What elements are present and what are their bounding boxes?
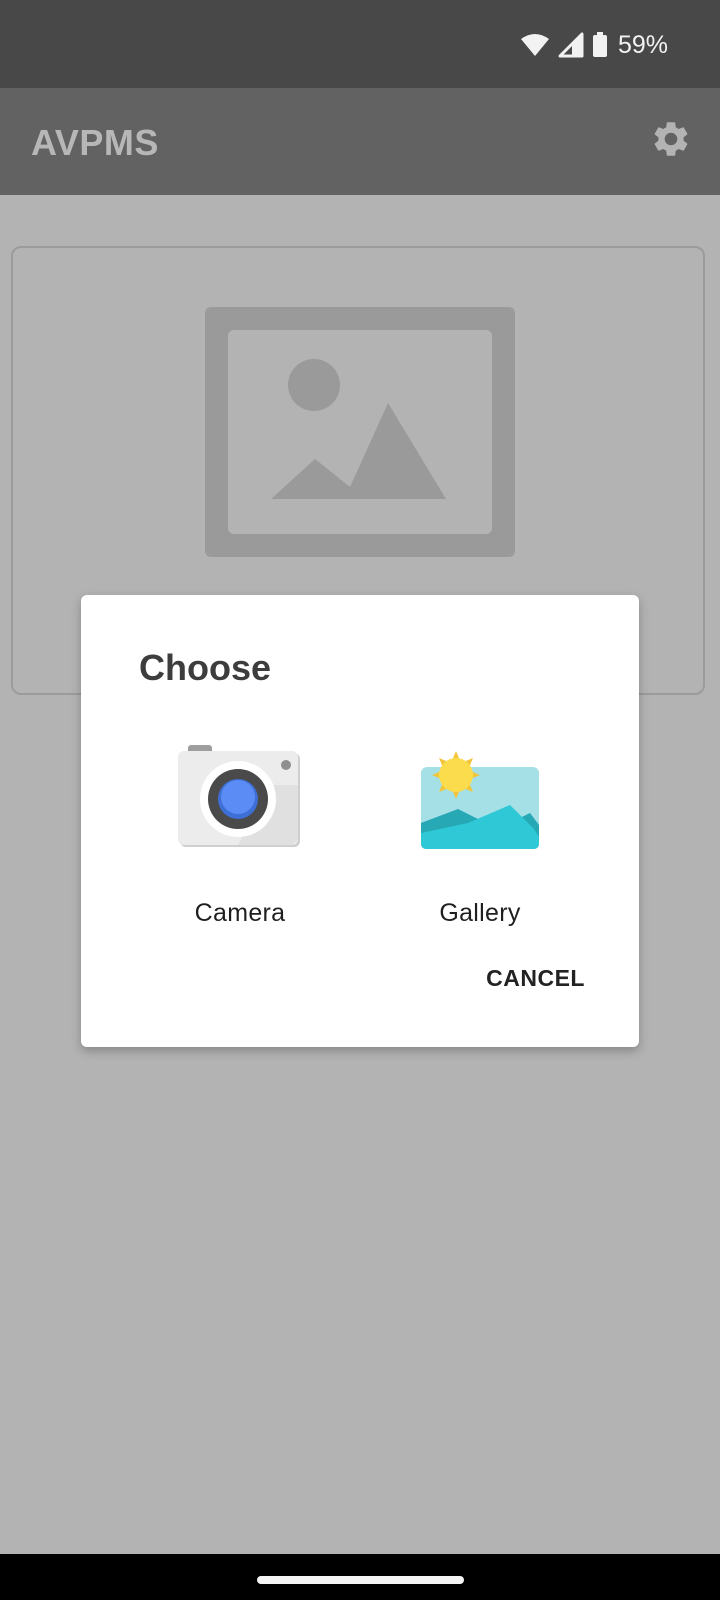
navigation-bar	[0, 1554, 720, 1600]
cellular-signal-icon	[558, 32, 584, 58]
camera-option[interactable]: Camera	[140, 745, 340, 935]
image-placeholder-icon	[205, 307, 515, 562]
camera-app-icon	[178, 745, 302, 855]
status-bar: 59%	[0, 0, 720, 88]
status-icons: 59%	[520, 28, 668, 62]
settings-button[interactable]	[648, 118, 694, 164]
gear-icon	[650, 118, 692, 165]
gallery-option[interactable]: Gallery	[380, 745, 580, 935]
dialog-title: Choose	[139, 647, 272, 688]
home-gesture-handle[interactable]	[257, 1576, 464, 1584]
choose-dialog: Choose Camera Gallery CANCEL	[81, 595, 639, 1047]
gallery-label: Gallery	[439, 899, 521, 927]
camera-label: Camera	[194, 899, 286, 927]
app-bar: AVPMS	[0, 88, 720, 195]
battery-percentage: 59%	[617, 30, 668, 59]
wifi-icon	[520, 33, 550, 57]
app-title: AVPMS	[31, 122, 159, 163]
cancel-button[interactable]: CANCEL	[486, 965, 585, 992]
gallery-app-icon	[418, 745, 542, 855]
battery-icon	[592, 32, 608, 58]
